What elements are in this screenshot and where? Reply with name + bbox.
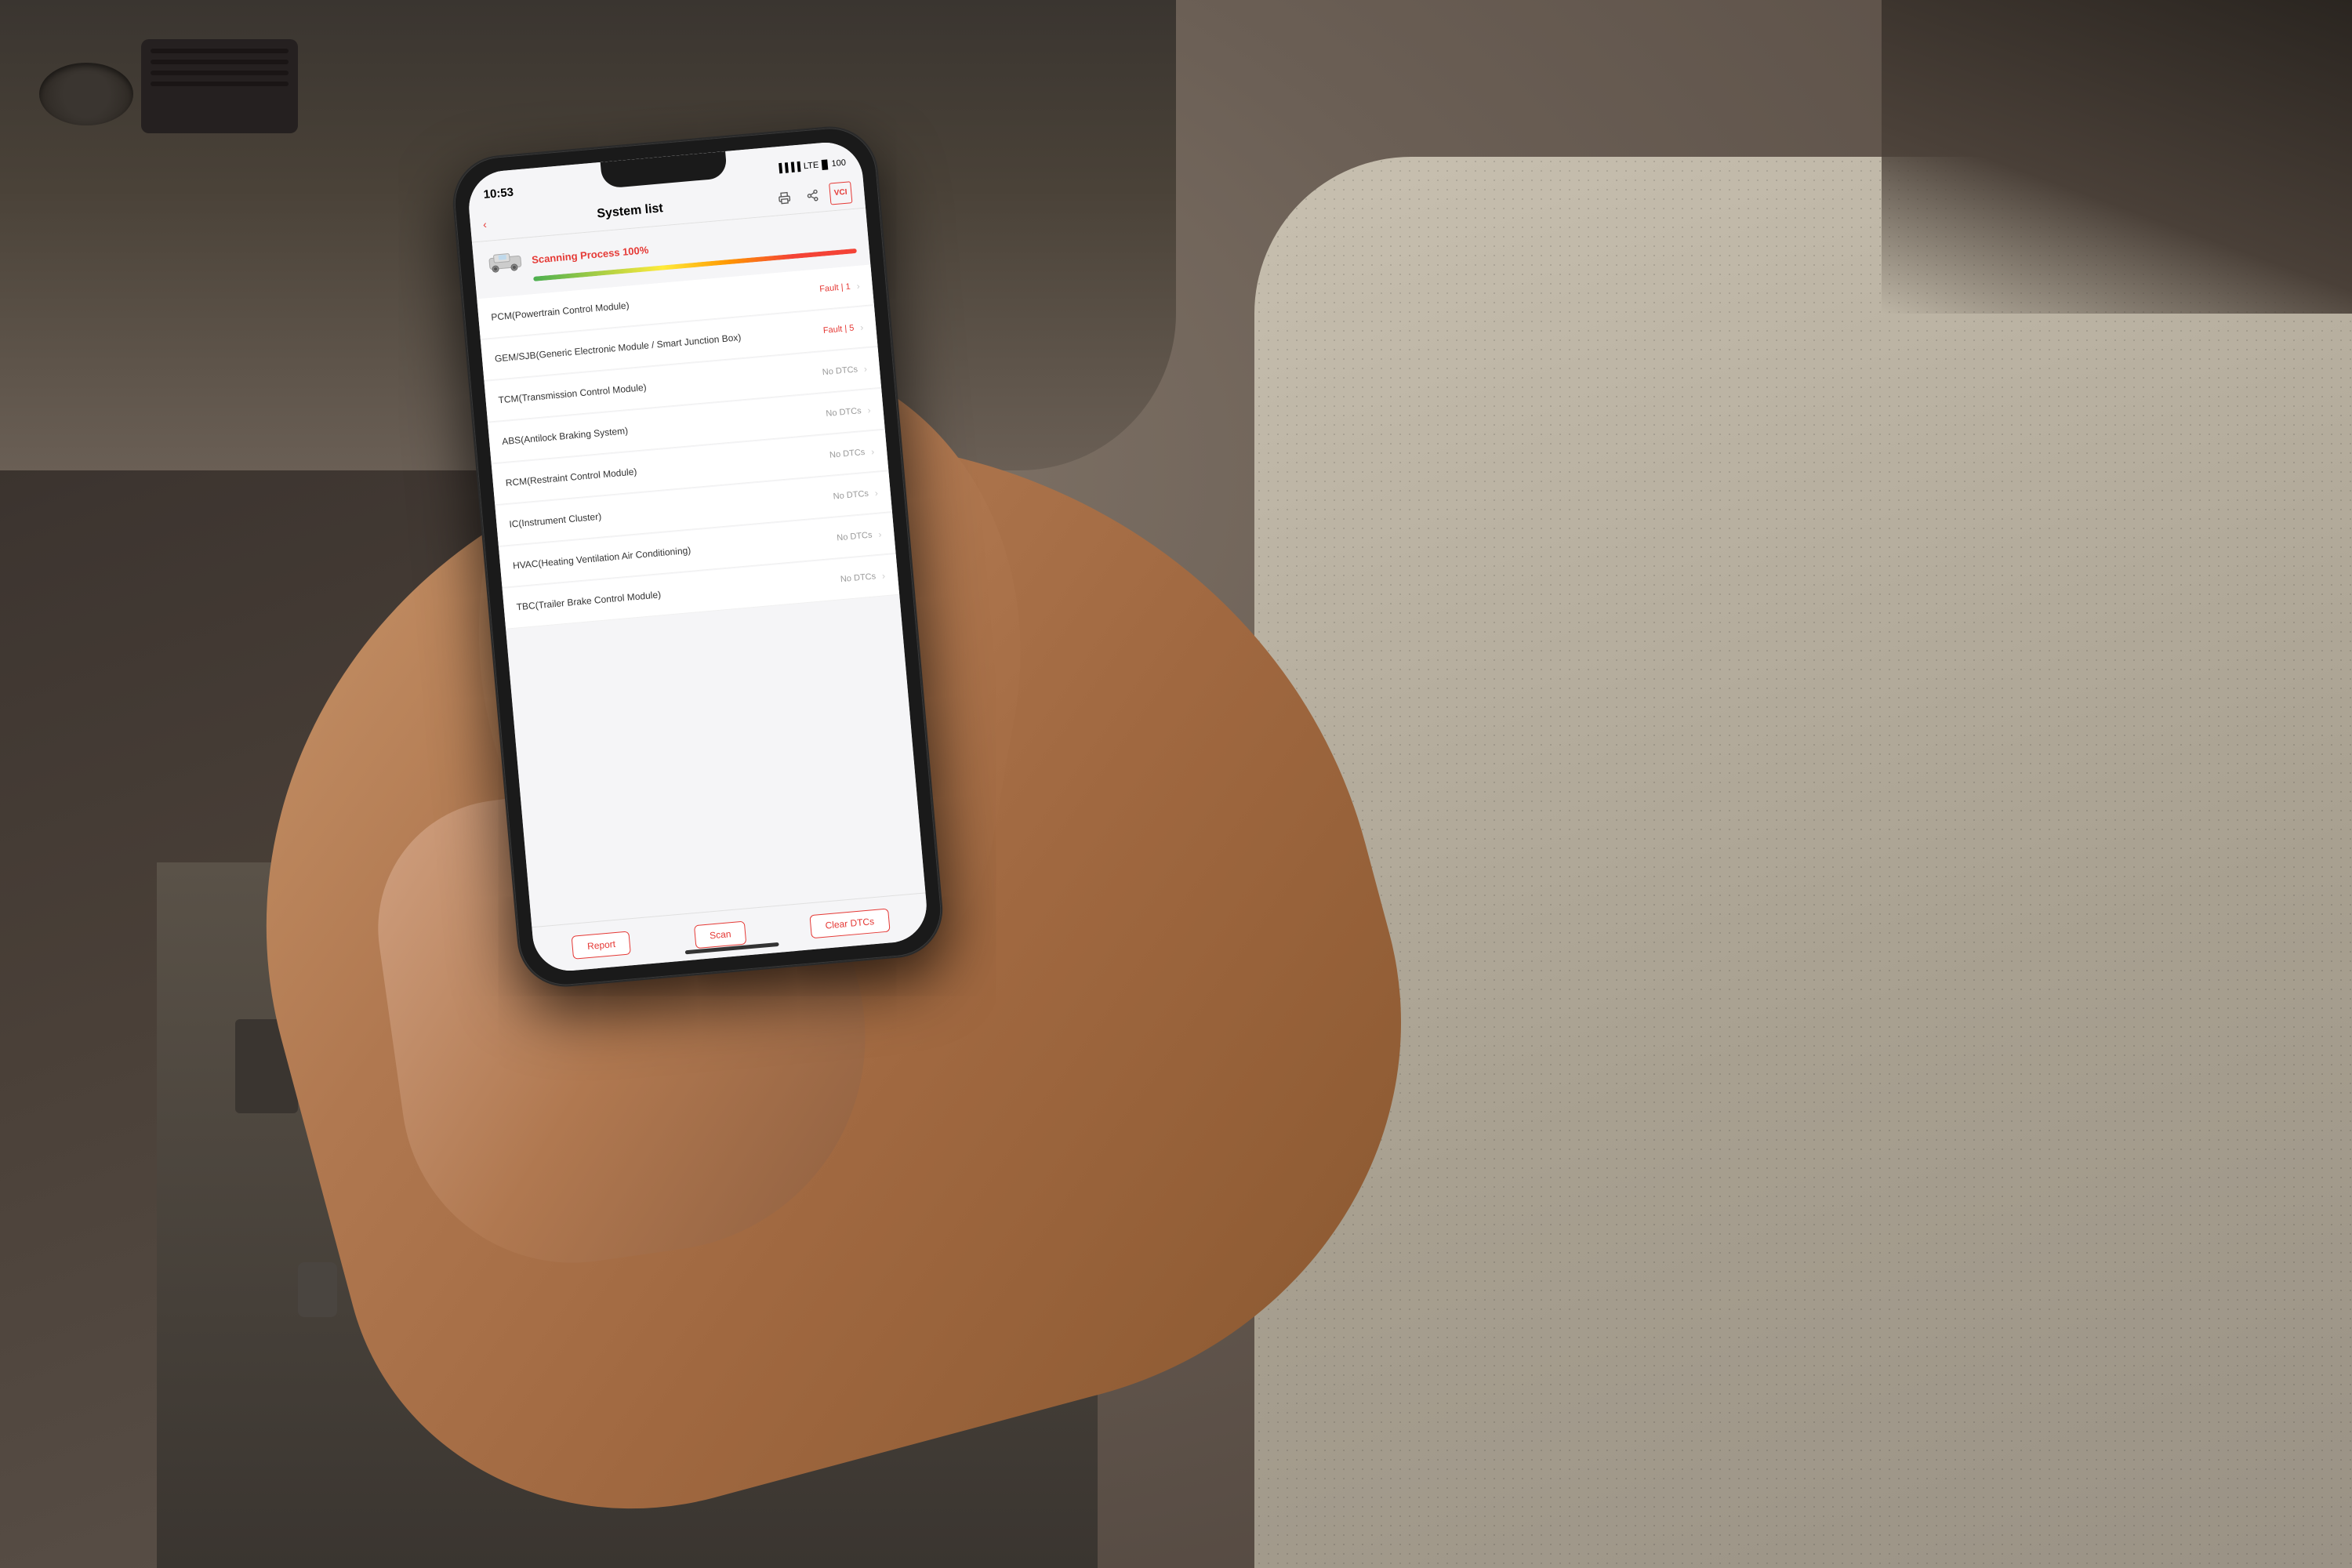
fault-label-gem: Fault | 5 (822, 323, 854, 335)
car-interior-background (0, 0, 2352, 1568)
chevron-hvac: › (878, 528, 882, 539)
share-icon-button[interactable] (800, 183, 824, 207)
chevron-tcm: › (863, 363, 867, 374)
ok-label-tcm: No DTCs (822, 365, 858, 377)
scan-title: Scanning Process 100% (532, 244, 649, 266)
ok-label-hvac: No DTCs (837, 530, 873, 543)
seatbelt-latch (298, 1262, 337, 1317)
phone-screen: 10:53 ▐▐▐▐ LTE ▉ 100 ‹ System list (466, 140, 929, 974)
network-label: LTE (803, 161, 818, 172)
battery-icon: ▉ (822, 159, 829, 170)
vent-slat (151, 60, 289, 64)
system-status-rcm: No DTCs › (829, 445, 874, 460)
ok-label-rcm: No DTCs (829, 447, 866, 459)
system-status-gem: Fault | 5 › (822, 321, 864, 336)
chevron-pcm: › (856, 280, 860, 291)
system-status-tcm: No DTCs › (822, 363, 867, 378)
nav-icons: VCI (772, 181, 852, 210)
vent-slat (151, 49, 289, 53)
passenger-seat (1254, 157, 2352, 1568)
chevron-tbc: › (881, 570, 885, 581)
car-scan-icon (485, 248, 525, 276)
vent-slat (151, 71, 289, 75)
print-icon-button[interactable] (772, 186, 796, 209)
ok-label-tbc: No DTCs (840, 572, 876, 584)
ok-label-ic: No DTCs (833, 488, 869, 501)
chevron-abs: › (867, 405, 871, 416)
fault-label-pcm: Fault | 1 (819, 281, 851, 293)
phone: 10:53 ▐▐▐▐ LTE ▉ 100 ‹ System list (451, 124, 945, 989)
signal-icon: ▐▐▐▐ (775, 162, 800, 174)
ok-label-abs: No DTCs (826, 406, 862, 419)
chevron-gem: › (860, 321, 864, 332)
chevron-rcm: › (871, 445, 875, 456)
report-button[interactable]: Report (572, 931, 631, 959)
status-icons: ▐▐▐▐ LTE ▉ 100 (775, 158, 846, 174)
vent-slat (151, 82, 289, 86)
system-list[interactable]: PCM(Powertrain Control Module) Fault | 1… (477, 264, 925, 927)
status-time: 10:53 (483, 185, 514, 201)
vci-button[interactable]: VCI (829, 181, 852, 205)
clear-dtcs-button[interactable]: Clear DTCs (809, 908, 890, 938)
system-status-hvac: No DTCs › (837, 528, 882, 543)
system-status-ic: No DTCs › (833, 487, 878, 502)
battery-label: 100 (831, 158, 846, 169)
scan-button[interactable]: Scan (694, 920, 747, 949)
top-right-shadow (1882, 0, 2352, 314)
system-status-pcm: Fault | 1 › (819, 280, 861, 294)
system-status-tbc: No DTCs › (840, 570, 885, 585)
light-switch-knob (39, 63, 133, 125)
system-status-abs: No DTCs › (826, 405, 871, 419)
car-vent (141, 39, 298, 133)
chevron-ic: › (874, 487, 878, 498)
